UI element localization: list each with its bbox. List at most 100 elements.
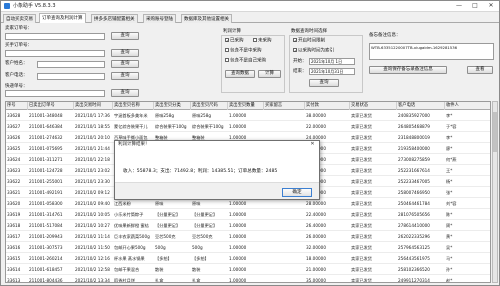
buyer-order-label: 买手订单号： bbox=[5, 43, 32, 48]
table-row[interactable]: 33627 211001-646384 2021/10/1 18:55 蒙亿综合装果干… bbox=[6, 121, 490, 132]
maximize-button[interactable]: □ bbox=[467, 1, 483, 11]
cell-col-recipient: 刘*容 bbox=[446, 201, 457, 206]
tab-pdd-config[interactable]: 拼多多店铺配置相关 bbox=[91, 14, 138, 23]
cell-col-item-qty: 1.00000 bbox=[229, 223, 247, 228]
tab-purchase-login[interactable]: 采购账号登陆 bbox=[143, 14, 176, 23]
purchase-time-index-checkbox[interactable]: ✓以采购时间为索引 bbox=[293, 48, 334, 55]
close-button[interactable]: ✕ bbox=[483, 1, 499, 11]
title-bar: 小象助手 V5.8.3.3 — □ ✕ bbox=[1, 1, 499, 12]
tab-order-query[interactable]: 订单查询及利润计算 bbox=[39, 13, 86, 23]
table-row[interactable]: 33613 211001-804436 2021/10/2 13:34 稻香村月饼 礼盒… bbox=[6, 275, 490, 283]
customer-phone-input[interactable] bbox=[37, 73, 105, 80]
cell-col-trade-time: 2021/10/1 20:10 bbox=[75, 135, 110, 140]
time-limit-checkbox[interactable]: ✓开启时间限制 bbox=[293, 38, 325, 45]
tab-database-settings[interactable]: 数据库及其他设置相关 bbox=[181, 14, 232, 23]
cell-col-seller-order: 211001-348048 bbox=[29, 113, 63, 118]
cell-col-customer-phone: 258102366520 bbox=[398, 267, 430, 272]
cell-col-trade-time: 2021/10/1 22:18 bbox=[75, 157, 110, 162]
cell-col-item-category: 原味258g bbox=[155, 113, 175, 118]
purchased-checkbox[interactable]: ✓已采购 bbox=[225, 38, 244, 45]
customer-name-input[interactable] bbox=[37, 61, 105, 68]
header-col-buyer-message[interactable]: 买家留言 bbox=[264, 102, 305, 110]
buyer-order-query-button[interactable]: 查询 bbox=[111, 49, 139, 57]
cell-col-seller-order: 211001-075695 bbox=[29, 146, 63, 151]
table-row[interactable]: 33614 211001-618457 2021/10/2 12:58 包邮干果混合 散… bbox=[6, 264, 490, 275]
table-row[interactable]: 33618 211001-517084 2021/10/2 10:27 优味果新鲜橙 … bbox=[6, 220, 490, 231]
minimize-button[interactable]: — bbox=[451, 1, 467, 11]
note-label: 备忘备注信息： bbox=[369, 33, 401, 38]
cell-col-seller-order: 211001-058300 bbox=[29, 201, 63, 206]
cell-col-item-name: 优味果新鲜橙 蜜桔 bbox=[114, 223, 149, 228]
customer-phone-query-button[interactable]: 查询 bbox=[111, 72, 139, 80]
save-note-button[interactable]: 查询保存备忘录备注信息 bbox=[369, 66, 447, 74]
header-col-trade-status[interactable]: 交易状态 bbox=[350, 102, 397, 110]
cell-col-recipient: 廖* bbox=[446, 146, 453, 151]
seller-order-input[interactable] bbox=[5, 33, 105, 40]
cell-col-recipient: 李* bbox=[446, 113, 453, 118]
header-col-recipient[interactable]: 收件人 bbox=[445, 102, 490, 110]
profit-result-dialog: 利润计算结果！ ✕ 收入：55878.3；支出：71492.8；利润：14385… bbox=[114, 140, 320, 200]
cell-col-item-name: 包邮开心果500g bbox=[114, 245, 146, 250]
cell-col-customer-phone: 273008275859 bbox=[398, 157, 430, 162]
cell-col-item-size: 豆芯500克 bbox=[192, 234, 213, 239]
cell-col-trade-time: 2021/10/2 09:12 bbox=[75, 190, 110, 195]
cell-col-item-qty: 1.00000 bbox=[229, 124, 247, 129]
seller-order-query-button[interactable]: 查询 bbox=[111, 32, 139, 40]
tracking-number-input[interactable] bbox=[5, 90, 105, 97]
cell-col-item-name: 小乐米竹筒粽子 bbox=[114, 212, 144, 217]
cell-col-seller-order: 211001-517084 bbox=[29, 223, 63, 228]
view-note-button[interactable]: 查看 bbox=[467, 66, 493, 74]
unpurchased-checkbox[interactable]: 未采购 bbox=[253, 38, 272, 45]
cell-col-item-category: 500g bbox=[155, 245, 166, 250]
note-textarea[interactable]: WTB-63351220007TB-xiugaidm-1629281536 bbox=[369, 43, 494, 60]
query-data-button[interactable]: 查询数据 bbox=[225, 70, 255, 78]
time-query-button[interactable]: 查询 bbox=[309, 79, 339, 87]
table-row[interactable]: 33615 211001-260214 2021/10/2 12:16 杯水果 蒸水锅… bbox=[6, 253, 490, 264]
cell-col-seller-order: 211001-804436 bbox=[29, 278, 63, 283]
calculate-button[interactable]: 计算 bbox=[258, 70, 281, 78]
customer-name-query-button[interactable]: 查询 bbox=[111, 60, 139, 68]
header-col-index[interactable]: 序号 bbox=[6, 102, 28, 110]
seller-order-label: 卖家订单号： bbox=[5, 26, 32, 31]
header-col-paid-amount[interactable]: 实付款 bbox=[305, 102, 350, 110]
tab-auto-trade[interactable]: 自动买卖交易 bbox=[3, 14, 36, 23]
table-header: 序号 已卖出订单号 卖出交易时间 卖出宝贝名称 卖出宝贝分类 卖出宝贝尺码 卖出宝贝数量 买家… bbox=[6, 102, 490, 110]
header-col-item-size[interactable]: 卖出宝贝尺码 bbox=[191, 102, 228, 110]
header-col-item-category[interactable]: 卖出宝贝分类 bbox=[154, 102, 191, 110]
start-date-picker[interactable]: 2021年10月 1日 bbox=[309, 58, 355, 65]
cell-col-trade-time: 2021/10/2 11:50 bbox=[75, 245, 110, 250]
tracking-number-query-button[interactable]: 查询 bbox=[111, 89, 139, 97]
cell-col-trade-status: 卖家已发货 bbox=[351, 124, 372, 129]
cell-col-trade-status: 卖家已发货 bbox=[351, 212, 372, 217]
header-col-item-qty[interactable]: 卖出宝贝数量 bbox=[228, 102, 264, 110]
table-row[interactable]: 33617 211001-209943 2021/10/2 11:14 巨丰农家蔬菜5… bbox=[6, 231, 490, 242]
cell-col-trade-time: 2021/10/2 10:27 bbox=[75, 223, 110, 228]
end-date-picker[interactable]: 2021年10月31日 bbox=[309, 68, 355, 75]
include-not-self-checkbox[interactable]: 包含不是自己采购 bbox=[225, 58, 266, 65]
cell-col-seller-order: 211001-314761 bbox=[29, 212, 63, 217]
table-row[interactable]: 33619 211001-314761 2021/10/2 10:05 小乐米竹筒粽子… bbox=[6, 209, 490, 220]
buyer-order-input[interactable] bbox=[5, 50, 105, 57]
dialog-close-button[interactable]: ✕ bbox=[308, 141, 317, 148]
vertical-scrollbar[interactable] bbox=[492, 101, 498, 283]
table-row[interactable]: 33628 211001-348048 2021/10/1 17:36 宇涵首板多美年… bbox=[6, 110, 490, 121]
customer-name-label: 客户姓名： bbox=[5, 61, 28, 66]
scrollbar-thumb[interactable] bbox=[493, 112, 497, 152]
dialog-ok-button[interactable]: 确定 bbox=[282, 188, 312, 197]
include-not-purchasing-checkbox[interactable]: 包含不是中采购 bbox=[225, 48, 262, 55]
header-col-trade-time[interactable]: 卖出交易时间 bbox=[74, 102, 113, 110]
customer-phone-label: 客户电话： bbox=[5, 73, 28, 78]
cell-col-trade-time: 2021/10/1 21:44 bbox=[75, 146, 110, 151]
cell-col-item-size: 原味258g bbox=[192, 113, 212, 118]
header-col-seller-order[interactable]: 已卖出订单号 bbox=[28, 102, 74, 110]
dialog-title: 利润计算结果！ bbox=[118, 142, 150, 147]
header-col-customer-phone[interactable]: 客户电话 bbox=[397, 102, 445, 110]
cell-col-trade-time: 2021/10/1 23:30 bbox=[75, 179, 110, 184]
cell-col-index: 33616 bbox=[7, 245, 21, 250]
header-col-item-name[interactable]: 卖出宝贝名称 bbox=[113, 102, 154, 110]
cell-col-index: 33621 bbox=[7, 190, 21, 195]
cell-col-paid-amount: 26.00000 bbox=[306, 234, 326, 239]
table-row[interactable]: 33616 211001-307573 2021/10/2 11:50 包邮开心果50… bbox=[6, 242, 490, 253]
cell-col-buyer-message bbox=[264, 242, 305, 253]
cell-col-recipient: 何*燕 bbox=[446, 157, 457, 162]
